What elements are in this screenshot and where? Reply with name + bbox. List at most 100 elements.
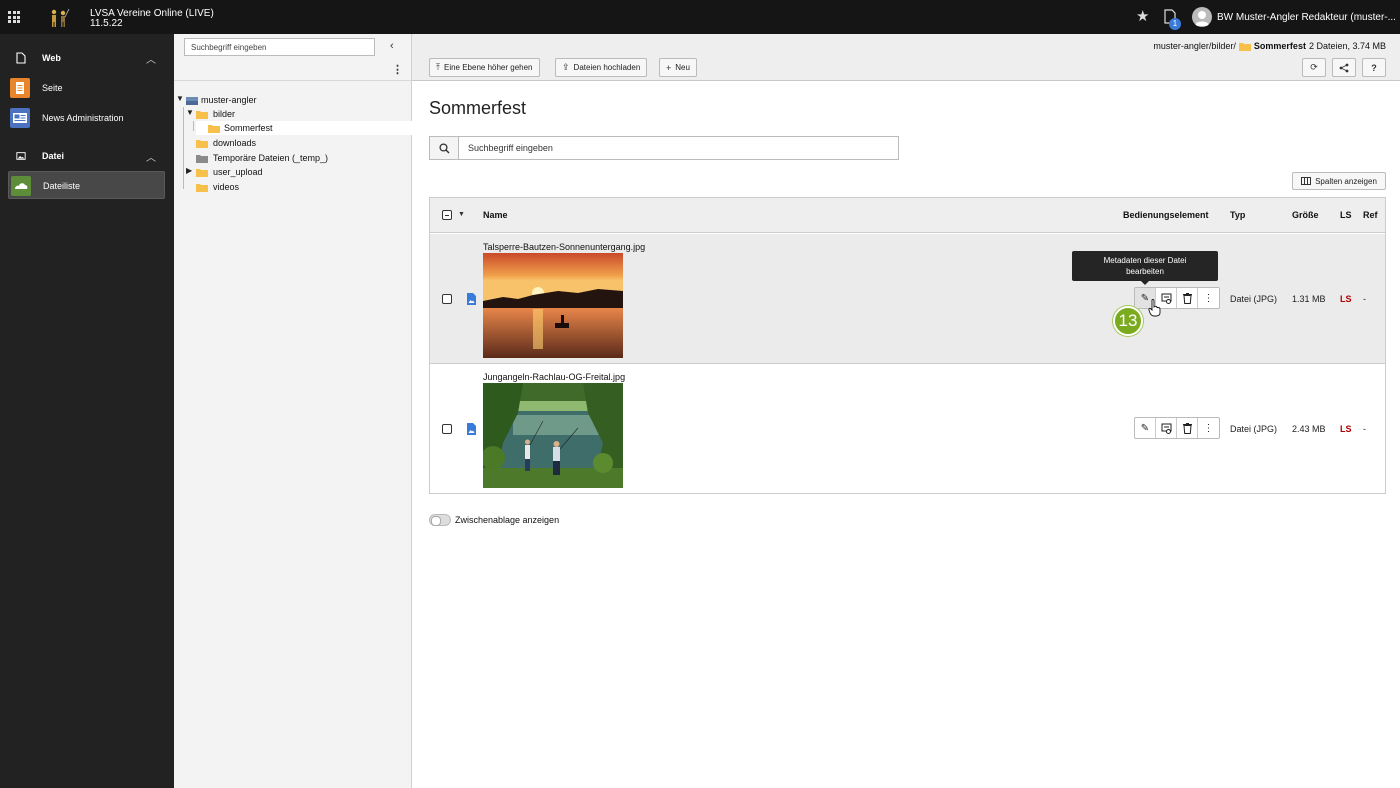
- more-actions-button[interactable]: ⋮: [1198, 418, 1219, 438]
- bookmark-star-icon[interactable]: ★: [1136, 9, 1149, 24]
- image-icon: [16, 152, 26, 160]
- file-table: ▼ Name Bedienungselement Typ Größe LS Re…: [429, 197, 1386, 494]
- file-thumbnail[interactable]: [483, 253, 623, 358]
- more-options-icon[interactable]: ⋮: [392, 63, 403, 76]
- expand-down-icon[interactable]: ▼: [176, 94, 184, 103]
- upload-icon: ⇪: [562, 62, 570, 72]
- file-name[interactable]: Jungangeln-Rachlau-OG-Freital.jpg: [483, 372, 625, 382]
- folder-icon: [196, 140, 208, 148]
- tree-line: [183, 107, 184, 189]
- tree-search-input[interactable]: [184, 38, 375, 56]
- localization-status[interactable]: LS: [1340, 424, 1352, 434]
- share-button[interactable]: [1332, 58, 1356, 77]
- tree-line: [193, 121, 194, 131]
- row-checkbox[interactable]: [442, 424, 452, 434]
- tree-node-sommerfest[interactable]: Sommerfest: [196, 121, 412, 135]
- module-group-label: Web: [42, 53, 61, 63]
- divider: [174, 80, 412, 81]
- app-grid-button[interactable]: [0, 0, 28, 34]
- user-menu[interactable]: BW Muster-Angler Redakteur (muster-...: [1217, 12, 1395, 23]
- topbar: LVSA Vereine Online (LIVE) 11.5.22 ★ 1 B…: [0, 0, 1400, 34]
- tree-node-user-upload[interactable]: ▶ user_upload: [186, 165, 412, 179]
- doc-header: muster-angler/bilder/ Sommerfest 2 Datei…: [412, 34, 1400, 81]
- column-size[interactable]: Größe: [1292, 210, 1319, 220]
- folder-icon: [196, 111, 208, 119]
- file-size: 2.43 MB: [1292, 424, 1326, 434]
- search-box: [429, 136, 899, 160]
- avatar[interactable]: [1192, 7, 1212, 27]
- file-info-icon: [1161, 293, 1171, 304]
- edit-metadata-button[interactable]: ✎: [1135, 418, 1156, 438]
- module-item-news[interactable]: News Administration: [8, 104, 165, 132]
- column-name[interactable]: Name: [483, 210, 508, 220]
- more-actions-button[interactable]: ⋮: [1198, 288, 1219, 308]
- module-item-label: Dateiliste: [43, 181, 81, 191]
- column-ref[interactable]: Ref: [1363, 210, 1378, 220]
- expand-down-icon[interactable]: ▼: [186, 108, 194, 117]
- file-info-icon: [1161, 423, 1171, 434]
- column-type[interactable]: Typ: [1230, 210, 1245, 220]
- tree-node-videos[interactable]: videos: [186, 180, 412, 194]
- localization-status[interactable]: LS: [1340, 294, 1352, 304]
- folder-icon: [196, 169, 208, 177]
- breadcrumb: muster-angler/bilder/ Sommerfest 2 Datei…: [1153, 41, 1386, 51]
- upload-files-button[interactable]: ⇪ Dateien hochladen: [555, 58, 648, 77]
- folder-icon: [208, 125, 220, 133]
- image-file-icon[interactable]: [467, 423, 476, 435]
- tooltip: Metadaten dieser Datei bearbeiten: [1072, 251, 1218, 285]
- share-icon: [1339, 63, 1349, 72]
- show-info-button[interactable]: [1156, 418, 1177, 438]
- delete-button[interactable]: [1177, 288, 1198, 308]
- tree-node-downloads[interactable]: downloads: [186, 136, 412, 150]
- toggle-switch[interactable]: [429, 514, 451, 526]
- module-group-label: Datei: [42, 151, 65, 161]
- trash-icon: [1182, 292, 1192, 304]
- site-version: 11.5.22: [90, 18, 123, 29]
- filelist-module-icon: [11, 176, 31, 196]
- tree-node-bilder[interactable]: ▼ bilder: [186, 107, 412, 121]
- tree-node-temp[interactable]: Temporäre Dateien (_temp_): [186, 151, 412, 165]
- site-logo[interactable]: [48, 8, 70, 28]
- news-module-icon: [10, 108, 30, 128]
- module-group-web[interactable]: Web ︿: [0, 46, 174, 70]
- file-thumbnail[interactable]: [483, 383, 623, 488]
- search-button[interactable]: [430, 137, 459, 159]
- storage-icon: [186, 97, 198, 105]
- caret-down-icon[interactable]: ▼: [458, 211, 465, 218]
- row-checkbox[interactable]: [442, 294, 452, 304]
- breadcrumb-path[interactable]: muster-angler/bilder/: [1153, 41, 1236, 51]
- new-button[interactable]: + Neu: [659, 58, 697, 77]
- expand-right-icon[interactable]: ▶: [186, 166, 192, 175]
- select-all-checkbox[interactable]: [442, 210, 452, 220]
- table-row: Talsperre-Bautzen-Sonnenuntergang.jpg ✎ …: [430, 234, 1385, 364]
- notification-badge: 1: [1169, 18, 1181, 30]
- more-options-icon: ⋮: [1203, 422, 1214, 434]
- module-group-file[interactable]: Datei ︿: [0, 144, 174, 168]
- column-controls: Bedienungselement: [1123, 210, 1209, 220]
- module-item-label: News Administration: [42, 113, 124, 123]
- column-ls[interactable]: LS: [1340, 210, 1352, 220]
- file-list-main: muster-angler/bilder/ Sommerfest 2 Datei…: [412, 34, 1400, 788]
- refresh-icon: ⟳: [1310, 62, 1318, 72]
- module-item-label: Seite: [42, 83, 63, 93]
- image-file-icon[interactable]: [467, 293, 476, 305]
- folder-tree-panel: ‹ ⋮ ▼ muster-angler ▼ bilder Sommerfest …: [174, 34, 412, 788]
- page-icon: [16, 52, 26, 64]
- file-name[interactable]: Talsperre-Bautzen-Sonnenuntergang.jpg: [483, 242, 645, 252]
- delete-button[interactable]: [1177, 418, 1198, 438]
- hand-cursor-icon: [1148, 299, 1161, 317]
- level-up-button[interactable]: ⤒ Eine Ebene höher gehen: [429, 58, 540, 77]
- reference-count: -: [1363, 424, 1366, 434]
- refresh-button[interactable]: ⟳: [1302, 58, 1326, 77]
- grid-icon: [8, 11, 20, 23]
- search-input[interactable]: [459, 137, 898, 159]
- tree-node-root[interactable]: ▼ muster-angler: [176, 93, 412, 107]
- table-header: ▼ Name Bedienungselement Typ Größe LS Re…: [430, 198, 1385, 233]
- folder-summary: 2 Dateien, 3.74 MB: [1308, 41, 1386, 51]
- module-item-filelist[interactable]: Dateiliste: [8, 171, 165, 199]
- help-button[interactable]: ?: [1362, 58, 1386, 77]
- module-menu: Web ︿ Seite News Administration Datei ︿ …: [0, 34, 174, 788]
- module-item-page[interactable]: Seite: [8, 74, 165, 102]
- collapse-tree-icon[interactable]: ‹: [390, 40, 394, 52]
- show-columns-button[interactable]: Spalten anzeigen: [1292, 172, 1386, 190]
